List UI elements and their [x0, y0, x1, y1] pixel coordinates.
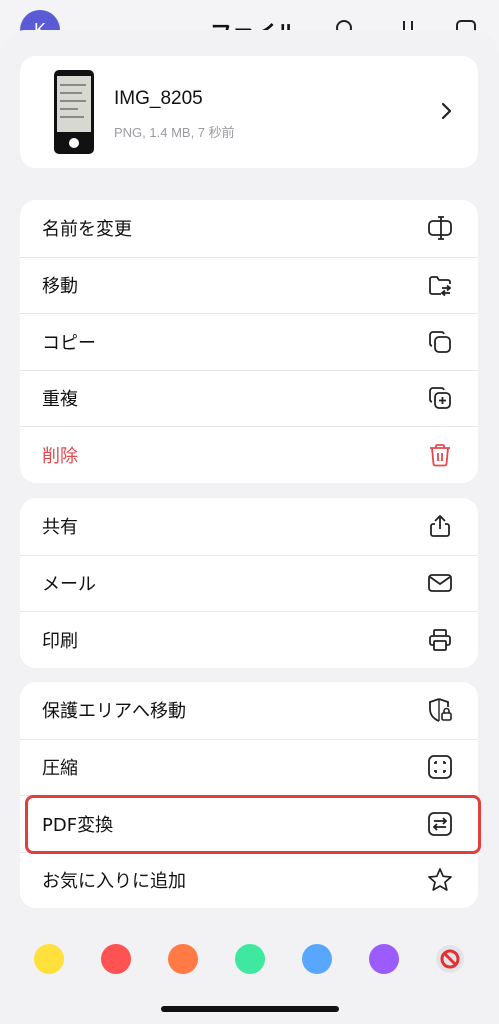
file-actions-group: 名前を変更 移動 コピー 重複 削除 [20, 200, 478, 483]
row-label: PDF変換 [42, 814, 114, 836]
row-label: 印刷 [42, 630, 78, 652]
mail-icon [426, 569, 454, 597]
print-button[interactable]: 印刷 [20, 611, 478, 668]
row-label: 重複 [42, 389, 78, 411]
row-label: 移動 [42, 276, 78, 298]
move-button[interactable]: 移動 [20, 256, 478, 314]
compress-button[interactable]: 圧縮 [20, 738, 478, 796]
duplicate-button[interactable]: 重複 [20, 369, 478, 427]
rename-icon [426, 214, 454, 242]
file-meta: PNG, 1.4 MB, 7 秒前 [114, 125, 235, 140]
copy-icon [426, 328, 454, 356]
duplicate-icon [426, 384, 454, 412]
delete-button[interactable]: 削除 [20, 426, 478, 483]
pdf-convert-button[interactable]: PDF変換 [20, 795, 478, 852]
color-tag-row [0, 944, 499, 974]
file-info-card[interactable]: IMG_8205 PNG, 1.4 MB, 7 秒前 [20, 56, 478, 168]
row-label: 保護エリアへ移動 [42, 701, 186, 723]
mail-button[interactable]: メール [20, 554, 478, 612]
color-tag-green[interactable] [235, 944, 265, 974]
convert-icon [426, 810, 454, 838]
row-label: メール [42, 574, 96, 596]
folder-move-icon [426, 271, 454, 299]
color-tag-blue[interactable] [302, 944, 332, 974]
compress-icon [426, 753, 454, 781]
color-tag-purple[interactable] [369, 944, 399, 974]
shield-lock-icon [426, 696, 454, 724]
home-indicator [161, 1006, 339, 1012]
clear-color-icon[interactable] [435, 944, 465, 974]
move-to-secure-area-button[interactable]: 保護エリアへ移動 [20, 682, 478, 739]
chevron-right-icon [441, 102, 452, 120]
row-label: 削除 [42, 445, 78, 467]
file-name: IMG_8205 [114, 88, 203, 109]
row-label: 名前を変更 [42, 219, 132, 241]
share-actions-group: 共有 メール 印刷 [20, 498, 478, 668]
action-sheet: IMG_8205 PNG, 1.4 MB, 7 秒前 名前を変更 移動 コピー … [0, 30, 499, 1024]
rename-button[interactable]: 名前を変更 [20, 200, 478, 257]
row-label: 共有 [42, 517, 78, 539]
share-icon [426, 512, 454, 540]
row-label: コピー [42, 332, 96, 354]
color-tag-yellow[interactable] [34, 944, 64, 974]
file-thumbnail [54, 70, 94, 154]
share-button[interactable]: 共有 [20, 498, 478, 555]
trash-icon [426, 441, 454, 469]
color-tag-orange[interactable] [168, 944, 198, 974]
color-tag-red[interactable] [101, 944, 131, 974]
more-actions-group: 保護エリアへ移動 圧縮 PDF変換 お気に入りに追加 [20, 682, 478, 908]
printer-icon [426, 626, 454, 654]
row-label: お気に入りに追加 [42, 871, 186, 893]
add-to-favorites-button[interactable]: お気に入りに追加 [20, 851, 478, 909]
copy-button[interactable]: コピー [20, 313, 478, 370]
star-icon [426, 866, 454, 894]
row-label: 圧縮 [42, 758, 78, 780]
